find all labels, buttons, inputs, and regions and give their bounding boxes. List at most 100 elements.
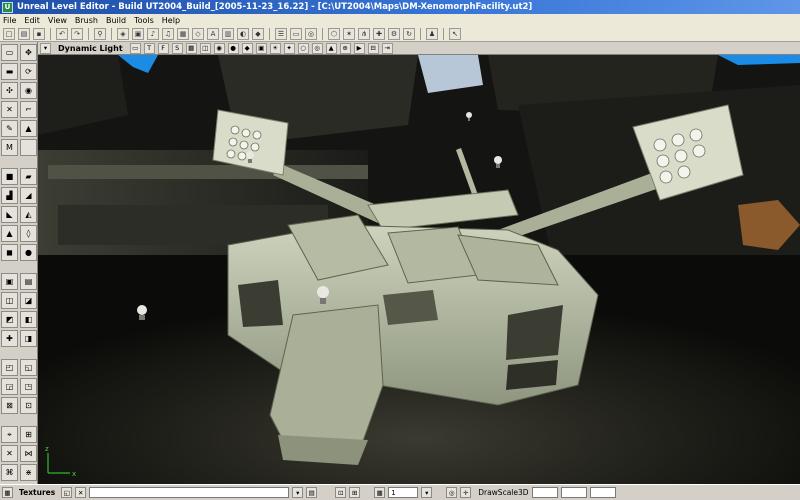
volumetric-builder-icon[interactable]: ◼ bbox=[1, 244, 18, 261]
browser-close-icon[interactable]: ✕ bbox=[75, 487, 87, 498]
command-input[interactable] bbox=[89, 487, 290, 498]
add-static-mesh-icon[interactable]: ◨ bbox=[20, 330, 37, 347]
hide-selected-icon[interactable]: ◱ bbox=[20, 359, 37, 376]
group-browser-icon[interactable]: ▣ bbox=[132, 27, 144, 40]
bsp-cuts-icon[interactable]: ◆ bbox=[241, 42, 253, 54]
toggle-grid-icon[interactable]: ⊞ bbox=[20, 426, 37, 443]
show-all-icon[interactable]: ⊡ bbox=[20, 397, 37, 414]
merge-icon[interactable]: ⋇ bbox=[20, 464, 37, 481]
spiral-stair-builder-icon[interactable]: ◢ bbox=[20, 187, 37, 204]
level-properties-icon[interactable]: ◎ bbox=[305, 27, 317, 40]
invert-selection-icon[interactable]: ⊠ bbox=[1, 397, 18, 414]
realtime-preview-icon[interactable]: ▶ bbox=[353, 42, 365, 54]
menu-build[interactable]: Build bbox=[106, 16, 126, 25]
build-all-icon[interactable]: ✚ bbox=[373, 27, 385, 40]
csg-add-icon[interactable]: ▣ bbox=[1, 273, 18, 290]
freehand-poly-icon[interactable]: ⌐ bbox=[20, 101, 37, 118]
font-browser-icon[interactable]: A bbox=[207, 27, 219, 40]
build-options-icon[interactable]: ⚙ bbox=[388, 27, 400, 40]
build-lighting-icon[interactable]: ✶ bbox=[343, 27, 355, 40]
browser-dock-icon[interactable]: ◱ bbox=[61, 487, 73, 498]
brush-clip-icon[interactable]: ✕ bbox=[1, 101, 18, 118]
new-map-icon[interactable]: □ bbox=[3, 27, 15, 40]
menu-tools[interactable]: Tools bbox=[134, 16, 154, 25]
brush-scale-icon[interactable]: ▬ bbox=[1, 63, 18, 80]
align-icon[interactable]: ⌘ bbox=[1, 464, 18, 481]
play-level-icon[interactable]: ♟ bbox=[426, 27, 438, 40]
wireframe-icon[interactable]: ◫ bbox=[199, 42, 211, 54]
unlit-icon[interactable]: ○ bbox=[297, 42, 309, 54]
snap-vertex-icon[interactable]: ✕ bbox=[1, 445, 18, 462]
show-selected-icon[interactable]: ◰ bbox=[1, 359, 18, 376]
select-inside-icon[interactable]: ◲ bbox=[1, 378, 18, 395]
brush-rotate-icon[interactable]: ⟳ bbox=[20, 63, 37, 80]
tetrahedron-builder-icon[interactable]: ◊ bbox=[20, 225, 37, 242]
movie-mode-icon[interactable]: M bbox=[1, 139, 18, 156]
textured-view-icon[interactable]: ▣ bbox=[255, 42, 267, 54]
texture-browser-icon[interactable]: ▦ bbox=[177, 27, 189, 40]
vertex-edit-icon[interactable]: ✥ bbox=[20, 44, 37, 61]
select-all-icon[interactable]: ◳ bbox=[20, 378, 37, 395]
zone-view-icon[interactable]: ◉ bbox=[213, 42, 225, 54]
lock-view-icon[interactable]: ⊟ bbox=[367, 42, 379, 54]
viewport-mode-2d-icon[interactable]: ▭ bbox=[129, 42, 141, 54]
pivot-icon[interactable]: ⊕ bbox=[339, 42, 351, 54]
actor-properties-icon[interactable]: ☰ bbox=[275, 27, 287, 40]
build-geometry-icon[interactable]: ⬡ bbox=[328, 27, 340, 40]
redo-icon[interactable]: ↷ bbox=[71, 27, 83, 40]
curved-stair-builder-icon[interactable]: ◣ bbox=[1, 206, 18, 223]
camera-move-icon[interactable]: ▭ bbox=[1, 44, 18, 61]
viewport-menu-icon[interactable]: ▾ bbox=[40, 42, 51, 54]
cube-builder-icon[interactable]: ■ bbox=[1, 168, 18, 185]
menu-view[interactable]: View bbox=[48, 16, 67, 25]
menu-edit[interactable]: Edit bbox=[24, 16, 40, 25]
browser-icon[interactable]: ▦ bbox=[2, 487, 13, 498]
matinee-icon[interactable]: ▲ bbox=[20, 120, 37, 137]
perspective-view-icon[interactable]: ▦ bbox=[185, 42, 197, 54]
menu-brush[interactable]: Brush bbox=[75, 16, 98, 25]
csg-subtract-icon[interactable]: ▤ bbox=[20, 273, 37, 290]
cone-builder-icon[interactable]: ▲ bbox=[1, 225, 18, 242]
terrain-edit-icon[interactable]: ◉ bbox=[20, 82, 37, 99]
menu-file[interactable]: File bbox=[3, 16, 16, 25]
side-view-icon[interactable]: S bbox=[171, 42, 183, 54]
actor-browser-icon[interactable]: ◈ bbox=[117, 27, 129, 40]
static-mesh-browser-icon[interactable]: ◆ bbox=[252, 27, 264, 40]
texture-usage-icon[interactable]: ● bbox=[227, 42, 239, 54]
grid-toggle-icon[interactable]: ⊞ bbox=[349, 487, 361, 498]
drawscale-x-field[interactable] bbox=[531, 487, 558, 498]
build-paths-icon[interactable]: ⋔ bbox=[358, 27, 370, 40]
lighting-only-icon[interactable]: ☀ bbox=[269, 42, 281, 54]
sphere-builder-icon[interactable]: ● bbox=[20, 244, 37, 261]
grid-size-dropdown-icon[interactable]: ▾ bbox=[421, 487, 433, 498]
csg-deintersect-icon[interactable]: ◪ bbox=[20, 292, 37, 309]
mesh-browser-icon[interactable]: ◇ bbox=[192, 27, 204, 40]
search-icon[interactable]: ⚲ bbox=[94, 27, 106, 40]
perspective-viewport[interactable]: x z bbox=[38, 55, 800, 484]
save-map-icon[interactable]: ▪ bbox=[33, 27, 45, 40]
csg-intersect-icon[interactable]: ◫ bbox=[1, 292, 18, 309]
lock-icon[interactable]: ⊡ bbox=[335, 487, 347, 498]
mirror-icon[interactable]: ⋈ bbox=[20, 445, 37, 462]
lighting-view-icon[interactable]: ▲ bbox=[325, 42, 337, 54]
front-view-icon[interactable]: F bbox=[157, 42, 169, 54]
viewport-title[interactable]: Dynamic Light bbox=[54, 44, 127, 53]
vertex-snap-icon[interactable]: ✛ bbox=[460, 487, 472, 498]
cylinder-builder-icon[interactable]: ◭ bbox=[20, 206, 37, 223]
depth-complexity-icon[interactable]: ◎ bbox=[311, 42, 323, 54]
open-map-icon[interactable]: ▤ bbox=[18, 27, 30, 40]
command-dropdown-icon[interactable]: ▾ bbox=[292, 487, 304, 498]
add-mover-icon[interactable]: ✚ bbox=[1, 330, 18, 347]
grid-size-select[interactable]: 1 bbox=[388, 487, 419, 498]
add-special-brush-icon[interactable]: ◩ bbox=[1, 311, 18, 328]
sheet-builder-icon[interactable]: ▰ bbox=[20, 168, 37, 185]
texture-pan-icon[interactable]: ✎ bbox=[1, 120, 18, 137]
add-volume-icon[interactable]: ◧ bbox=[20, 311, 37, 328]
drawscale-y-field[interactable] bbox=[560, 487, 587, 498]
camera-speed-icon[interactable]: ⌖ bbox=[1, 426, 18, 443]
log-window-icon[interactable]: ▤ bbox=[306, 487, 318, 498]
prefab-browser-icon[interactable]: ▥ bbox=[222, 27, 234, 40]
dynamic-light-icon[interactable]: ✦ bbox=[283, 42, 295, 54]
stair-builder-icon[interactable]: ▟ bbox=[1, 187, 18, 204]
rotation-grid-icon[interactable]: ◎ bbox=[446, 487, 458, 498]
